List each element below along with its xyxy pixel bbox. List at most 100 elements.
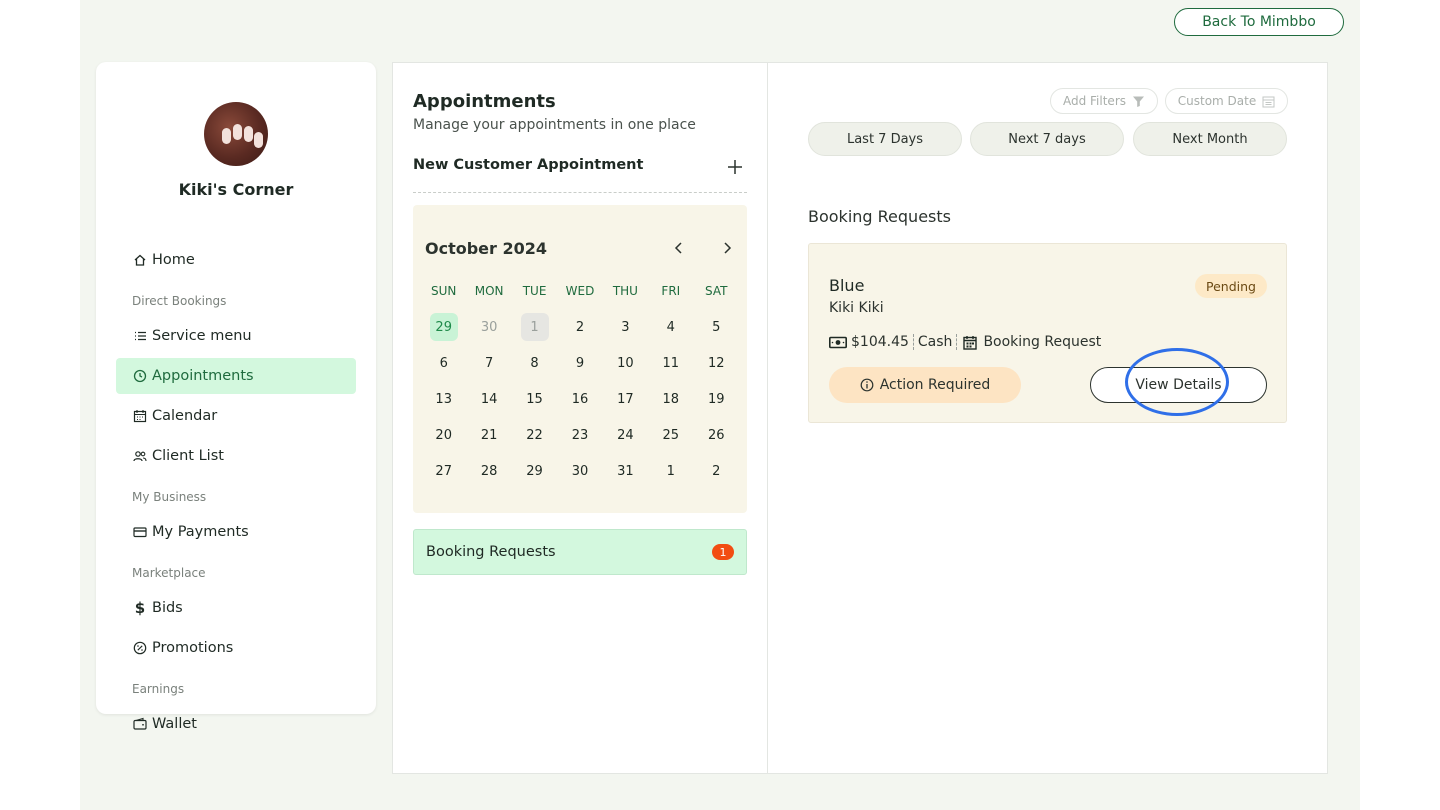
calendar-cell: 15	[512, 385, 557, 413]
users-icon	[132, 448, 148, 464]
calendar-day[interactable]: 8	[521, 349, 549, 377]
calendar-day[interactable]: 1	[657, 457, 685, 485]
calendar-day[interactable]: 3	[611, 313, 639, 341]
calendar-day[interactable]: 30	[475, 313, 503, 341]
calendar-day[interactable]: 7	[475, 349, 503, 377]
calendar-day[interactable]: 6	[430, 349, 458, 377]
booking-requests-tab[interactable]: Booking Requests 1	[413, 529, 747, 575]
list-icon	[132, 328, 148, 344]
calendar-day[interactable]: 2	[702, 457, 730, 485]
page-title: Appointments	[413, 91, 556, 112]
sidebar-item-my-payments[interactable]: My Payments	[116, 514, 356, 550]
calendar-day[interactable]: 22	[521, 421, 549, 449]
calendar-day[interactable]: 13	[430, 385, 458, 413]
calendar-day[interactable]: 2	[566, 313, 594, 341]
calendar-cell: 9	[557, 349, 602, 377]
sidebar-item-bids[interactable]: $ Bids	[116, 590, 356, 626]
calendar-week-row: 6 7 8 9 10 11 12	[421, 345, 739, 381]
weekday-label: WED	[565, 284, 595, 298]
calendar-day[interactable]: 15	[521, 385, 549, 413]
calendar-cell: 13	[421, 385, 466, 413]
calendar-day[interactable]: 29	[521, 457, 549, 485]
next-7-days-button[interactable]: Next 7 days	[970, 122, 1124, 156]
section-earnings: Earnings	[132, 682, 185, 696]
prev-month-button[interactable]	[670, 239, 688, 257]
last-7-days-button[interactable]: Last 7 Days	[808, 122, 962, 156]
price-value: $104.45	[851, 334, 909, 350]
calendar-day[interactable]: 9	[566, 349, 594, 377]
calendar-small-icon	[1262, 96, 1275, 107]
sidebar-item-client-list[interactable]: Client List	[116, 438, 356, 474]
plus-icon	[728, 160, 742, 174]
calendar-day[interactable]: 31	[611, 457, 639, 485]
calendar-day[interactable]: 12	[702, 349, 730, 377]
add-filters-button[interactable]: Add Filters	[1050, 88, 1158, 114]
calendar-cell: 20	[421, 421, 466, 449]
chevron-right-icon	[724, 242, 732, 254]
calendar-day[interactable]: 20	[430, 421, 458, 449]
calendar-cell: 30	[557, 457, 602, 485]
calendar-cell: 28	[466, 457, 511, 485]
calendar-day[interactable]: 21	[475, 421, 503, 449]
payment-method: Cash	[917, 334, 953, 350]
calendar-icon	[132, 408, 148, 424]
calendar-day[interactable]: 5	[702, 313, 730, 341]
back-to-mimbbo-button[interactable]: Back To Mimbbo	[1174, 8, 1344, 36]
weekday-label: SAT	[705, 284, 728, 298]
calendar-week-row: 13 14 15 16 17 18 19	[421, 381, 739, 417]
calendar-week-row: 27 28 29 30 31 1 2	[421, 453, 739, 489]
sidebar-item-calendar[interactable]: Calendar	[116, 398, 356, 434]
sidebar-item-label: Appointments	[152, 368, 254, 384]
calendar-cell: 29	[421, 313, 466, 341]
calendar-cell: 17	[603, 385, 648, 413]
calendar-cell: 2	[694, 457, 739, 485]
calendar-cell: 24	[603, 421, 648, 449]
next-month-range-button[interactable]: Next Month	[1133, 122, 1287, 156]
calendar-day[interactable]: 25	[657, 421, 685, 449]
count-badge: 1	[712, 544, 734, 560]
calendar-day[interactable]: 11	[657, 349, 685, 377]
calendar-day[interactable]: 23	[566, 421, 594, 449]
calendar-cell: 3	[603, 313, 648, 341]
sidebar-item-home[interactable]: Home	[116, 242, 356, 278]
weekday-label: SUN	[431, 284, 457, 298]
calendar-day[interactable]: 24	[611, 421, 639, 449]
action-required-button[interactable]: Action Required	[829, 367, 1021, 403]
booking-type: Booking Request	[983, 334, 1102, 350]
new-customer-appointment-button[interactable]: New Customer Appointment	[413, 157, 747, 193]
calendar-day[interactable]: 29	[429, 313, 458, 341]
next-month-button[interactable]	[718, 239, 736, 257]
calendar-day[interactable]: 26	[702, 421, 730, 449]
calendar-cell: 29	[512, 457, 557, 485]
home-icon	[132, 252, 148, 268]
calendar-grid: SUN MON TUE WED THU FRI SAT 29 30 1 2 3 4 5 6 7 8 9 10 11 12…	[421, 283, 739, 489]
action-required-label: Action Required	[879, 377, 991, 393]
view-details-button[interactable]: View Details	[1090, 367, 1267, 403]
cash-icon	[829, 336, 847, 349]
sidebar-item-promotions[interactable]: Promotions	[116, 630, 356, 666]
calendar-day[interactable]: 28	[475, 457, 503, 485]
calendar-day[interactable]: 4	[657, 313, 685, 341]
sidebar-item-wallet[interactable]: Wallet	[116, 706, 356, 742]
calendar-cell: 30	[466, 313, 511, 341]
section-my-business: My Business	[132, 490, 207, 504]
calendar-day[interactable]: 19	[702, 385, 730, 413]
sidebar-item-service-menu[interactable]: Service menu	[116, 318, 356, 354]
sidebar-item-appointments[interactable]: Appointments	[116, 358, 356, 394]
calendar-day[interactable]: 10	[611, 349, 639, 377]
sidebar-item-label: Promotions	[152, 640, 234, 656]
calendar-day[interactable]: 18	[657, 385, 685, 413]
custom-date-button[interactable]: Custom Date	[1165, 88, 1288, 114]
calendar-week-row: 20 21 22 23 24 25 26	[421, 417, 739, 453]
calendar-cell: 1	[512, 313, 557, 341]
calendar-day[interactable]: 30	[566, 457, 594, 485]
meta-separator	[912, 334, 914, 350]
calendar-day[interactable]: 14	[475, 385, 503, 413]
avatar[interactable]	[204, 102, 268, 166]
sidebar-item-label: Home	[152, 252, 195, 268]
calendar-day[interactable]: 1	[520, 313, 549, 341]
calendar-day[interactable]: 16	[566, 385, 594, 413]
sidebar-item-label: Client List	[152, 448, 224, 464]
calendar-day[interactable]: 17	[611, 385, 639, 413]
calendar-day[interactable]: 27	[430, 457, 458, 485]
